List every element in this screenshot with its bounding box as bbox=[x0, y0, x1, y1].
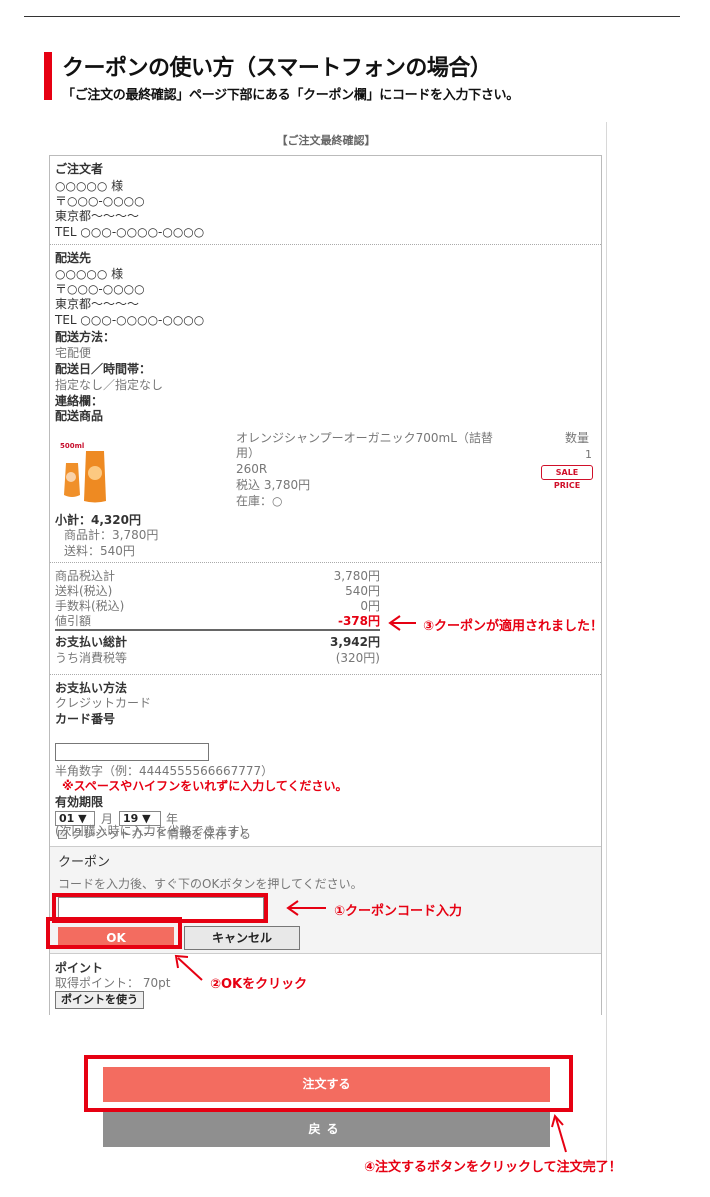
delivery-section: 配送先 ○○○○○ 様 〒○○○-○○○○ 東京都〜〜〜〜 TEL ○○○-○○… bbox=[50, 244, 601, 562]
arrow-submit bbox=[555, 1117, 567, 1153]
ok-button-highlight bbox=[46, 917, 182, 949]
note-click-ok: ②OKをクリック bbox=[210, 977, 308, 992]
product-stock: 在庫：○ bbox=[236, 494, 283, 508]
summary-divider bbox=[55, 629, 380, 631]
delivery-zip: 〒○○○-○○○○ bbox=[55, 282, 145, 296]
arrow-submit-head bbox=[551, 1113, 564, 1128]
submit-button-highlight bbox=[84, 1055, 573, 1112]
points-label: ポイント bbox=[55, 961, 104, 975]
product-name-line2: 用） bbox=[236, 446, 261, 460]
summary-label-discount: 値引額 bbox=[55, 614, 92, 628]
payment-label: お支払い方法 bbox=[55, 681, 128, 695]
delivery-method-value: 宅配便 bbox=[55, 346, 92, 360]
coupon-cancel-button[interactable]: キャンセル bbox=[184, 926, 300, 950]
summary-value-discount: -378円 bbox=[337, 614, 380, 628]
card-number-warning: ※スペースやハイフンをいれずに入力してください。 bbox=[62, 779, 348, 793]
orderer-name: ○○○○○ 様 bbox=[55, 179, 124, 193]
payment-section: お支払い方法 クレジットカード カード番号 半角数字（例：44445555666… bbox=[50, 674, 601, 846]
order-confirm-panel: ご注文者 ○○○○○ 様 〒○○○-○○○○ 東京都〜〜〜〜 TEL ○○○-○… bbox=[49, 155, 602, 1015]
screenshot-edge bbox=[606, 122, 607, 1162]
summary-label-fee: 手数料(税込) bbox=[55, 599, 125, 613]
top-divider bbox=[24, 16, 680, 17]
summary-label-shipping: 送料(税込) bbox=[55, 584, 113, 598]
note-coupon-input: ①クーポンコード入力 bbox=[334, 904, 463, 919]
delivery-date-label: 配送日／時間帯： bbox=[55, 362, 152, 376]
subtotal-label: 小計：4,320円 bbox=[55, 513, 141, 527]
items-label: 配送商品 bbox=[55, 409, 104, 423]
back-button[interactable]: 戻る bbox=[103, 1111, 550, 1147]
summary-value-fee: 0円 bbox=[360, 599, 380, 613]
delivery-date-value: 指定なし／指定なし bbox=[55, 378, 164, 392]
total-label: お支払い総計 bbox=[55, 635, 128, 649]
product-name-line1: オレンジシャンプーオーガニック700mL（詰替 bbox=[236, 431, 493, 445]
orderer-label: ご注文者 bbox=[55, 162, 104, 176]
delivery-method-label: 配送方法： bbox=[55, 330, 116, 344]
payment-method: クレジットカード bbox=[55, 696, 152, 710]
product-image: 500ml bbox=[56, 437, 108, 505]
save-card-note: (次回購入時に入力を省略できます) bbox=[55, 824, 245, 838]
product-image-text: 500ml bbox=[60, 442, 84, 450]
coupon-label: クーポン bbox=[58, 855, 111, 870]
orderer-zip: 〒○○○-○○○○ bbox=[55, 194, 145, 208]
use-points-button[interactable]: ポイントを使う bbox=[55, 991, 144, 1009]
page-title: クーポンの使い方（スマートフォンの場合） bbox=[62, 56, 492, 81]
summary-value-goods: 3,780円 bbox=[333, 569, 380, 583]
sale-price-badge: SALE PRICE bbox=[541, 465, 593, 490]
total-value: 3,942円 bbox=[330, 635, 380, 649]
tax-label: うち消費税等 bbox=[55, 651, 128, 665]
orderer-address: 東京都〜〜〜〜 bbox=[55, 209, 140, 223]
expiry-label: 有効期限 bbox=[55, 795, 104, 809]
orderer-tel: TEL ○○○-○○○○-○○○○ bbox=[55, 225, 205, 239]
delivery-label: 配送先 bbox=[55, 251, 92, 265]
page-subtitle: 「ご注文の最終確認」ページ下部にある「クーポン欄」にコードを入力下さい。 bbox=[62, 88, 519, 103]
orderer-section: ご注文者 ○○○○○ 様 〒○○○-○○○○ 東京都〜〜〜〜 TEL ○○○-○… bbox=[50, 156, 601, 244]
delivery-address: 東京都〜〜〜〜 bbox=[55, 297, 140, 311]
summary-value-shipping: 540円 bbox=[345, 584, 380, 598]
delivery-tel: TEL ○○○-○○○○-○○○○ bbox=[55, 313, 205, 327]
note-coupon-applied: ③クーポンが適用されました！ bbox=[423, 619, 604, 634]
note-submit-order: ④注文するボタンをクリックして注文完了！ bbox=[364, 1160, 622, 1175]
card-number-input[interactable] bbox=[55, 743, 209, 761]
product-points: 260R bbox=[236, 462, 268, 476]
card-number-hint: 半角数字（例：4444555566667777） bbox=[55, 764, 274, 778]
product-price: 税込 3,780円 bbox=[236, 478, 311, 492]
summary-label-goods: 商品税込計 bbox=[55, 569, 116, 583]
coupon-instruction: コードを入力後、すぐ下のOKボタンを押してください。 bbox=[58, 877, 363, 891]
screen-title: 【ご注文最終確認】 bbox=[276, 134, 376, 147]
delivery-name: ○○○○○ 様 bbox=[55, 267, 124, 281]
qty-value: 1 bbox=[585, 448, 592, 461]
points-earned: 取得ポイント： 70pt bbox=[55, 976, 171, 990]
qty-label: 数量 bbox=[565, 431, 590, 445]
card-number-label: カード番号 bbox=[55, 712, 116, 726]
memo-label: 連絡欄： bbox=[55, 394, 104, 408]
tax-value: (320円) bbox=[335, 651, 380, 665]
subtotal-goods: 商品計：3,780円 bbox=[64, 528, 159, 542]
title-accent-bar bbox=[44, 52, 52, 100]
subtotal-shipping: 送料：540円 bbox=[64, 544, 135, 558]
